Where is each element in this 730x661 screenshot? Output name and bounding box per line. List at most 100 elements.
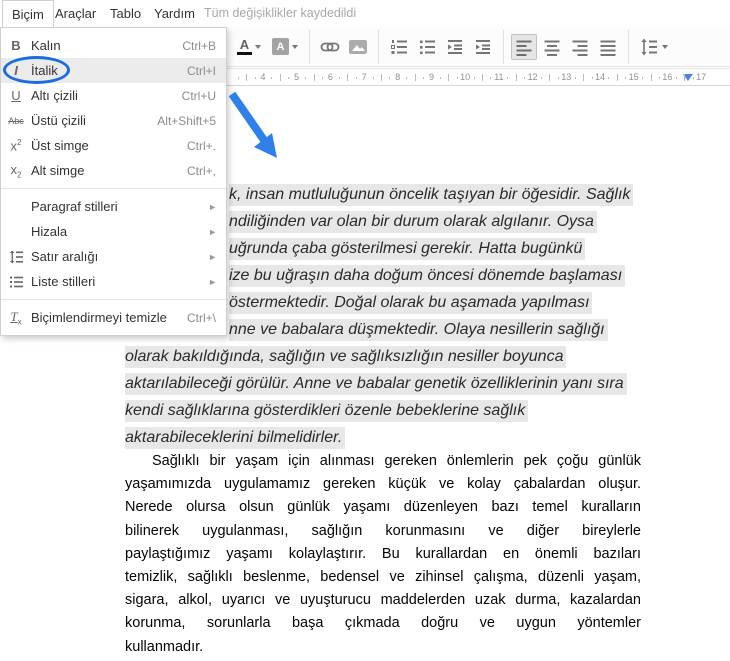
ruler-number: 7	[361, 72, 367, 82]
menu-item-liste-stilleri[interactable]: Liste stilleri ►	[1, 269, 226, 294]
ruler-tick	[456, 77, 458, 79]
toolbar-separator	[378, 29, 379, 64]
highlighted-italic-line: kendi sağlıklarına gösterdikleri özenle …	[125, 400, 529, 422]
menu-item-satir-araligi[interactable]: Satır aralığı ►	[1, 244, 226, 269]
ruler-tick	[507, 77, 509, 79]
ruler-tick	[658, 77, 660, 79]
ruler-tick	[338, 77, 340, 79]
line-spacing-button[interactable]	[636, 34, 670, 60]
line-spacing-icon	[1, 249, 31, 265]
ruler-number: 15	[628, 72, 639, 82]
ruler-tick	[684, 74, 686, 81]
align-left-icon	[516, 40, 532, 56]
ruler-tick	[321, 77, 323, 79]
bulleted-list-button[interactable]	[414, 34, 440, 60]
ruler-number: 12	[527, 72, 538, 82]
ruler-tick	[515, 74, 517, 81]
ruler-tick	[549, 74, 551, 81]
ruler-tick	[541, 77, 543, 79]
highlight-color-button[interactable]: A	[268, 34, 302, 60]
menu-item-ust-simge[interactable]: x2 Üst simge Ctrl+.	[1, 133, 226, 158]
menu-bicim[interactable]: Biçim	[2, 0, 54, 27]
highlighted-italic-line: olarak bakıldığında, sağlığın ve sağlıks…	[125, 346, 567, 368]
strikethrough-icon: Abc	[8, 115, 24, 126]
menu-separator	[1, 299, 226, 300]
menubar: Biçim Araçlar Tablo Yardım Tüm değişikli…	[0, 0, 730, 27]
text-color-icon: A	[237, 38, 252, 55]
increase-indent-button[interactable]	[470, 34, 496, 60]
ruler-tick	[692, 77, 694, 79]
ruler-tick	[642, 77, 644, 79]
ruler-tick	[279, 74, 281, 81]
menu-item-paragraf-stilleri[interactable]: Paragraf stilleri ►	[1, 194, 226, 219]
insert-image-button[interactable]	[345, 34, 371, 60]
submenu-arrow-icon: ►	[208, 251, 217, 262]
highlight-color-icon: A	[272, 38, 289, 55]
bold-icon: B	[11, 38, 21, 53]
annotation-arrow-icon	[228, 91, 277, 158]
menu-item-hizala[interactable]: Hizala ►	[1, 219, 226, 244]
ruler-tick	[246, 74, 248, 81]
text-line: kullanmadır.	[125, 638, 204, 655]
ruler-tick	[380, 74, 382, 81]
align-center-button[interactable]	[539, 34, 565, 60]
submenu-arrow-icon: ►	[208, 226, 217, 237]
ruler-tick	[650, 74, 652, 81]
ruler-tick	[406, 77, 408, 79]
ruler-tick	[372, 77, 374, 79]
ruler-number: 11	[494, 72, 504, 82]
align-center-icon	[544, 40, 560, 56]
ruler-tick	[490, 77, 492, 79]
menu-item-alt-simge[interactable]: x2 Alt simge Ctrl+,	[1, 158, 226, 183]
align-left-button[interactable]	[511, 33, 537, 60]
highlighted-italic-line: uğrunda çaba gösterilmesi gerekir. Hatta…	[229, 238, 586, 260]
ruler-tick	[675, 77, 677, 79]
ruler-number: 6	[327, 72, 333, 82]
insert-link-button[interactable]	[317, 34, 343, 60]
ruler-tick	[355, 77, 357, 79]
align-right-button[interactable]	[567, 34, 593, 60]
justify-icon	[600, 40, 616, 56]
menu-yardim[interactable]: Yardım	[145, 0, 204, 27]
ruler-tick	[347, 74, 349, 81]
ruler-tick	[448, 74, 450, 81]
ruler-number: 16	[662, 72, 673, 82]
numbered-list-icon	[391, 39, 407, 54]
text-line: korunma, sorunlarla başa çıkmada doğru v…	[125, 615, 641, 632]
submenu-arrow-icon: ►	[208, 201, 217, 212]
ruler-tick	[625, 77, 627, 79]
superscript-icon: x2	[10, 137, 22, 154]
underline-icon: U	[11, 88, 21, 103]
highlighted-italic-line: aktarılabileceği görülür. Anne ve babala…	[125, 373, 627, 395]
ruler-tick	[616, 74, 618, 81]
bulleted-list-icon	[420, 40, 435, 54]
text-color-button[interactable]: A	[232, 34, 266, 60]
toolbar-separator	[503, 29, 504, 64]
ruler-tick	[389, 77, 391, 79]
ruler-number: 13	[561, 72, 572, 82]
menu-separator	[1, 188, 226, 189]
paragraph-justified: Sağlıklı bir yaşam için alınması gereken…	[125, 450, 641, 659]
menu-item-ustu-cizili[interactable]: Abc Üstü çizili Alt+Shift+5	[1, 108, 226, 133]
clear-formatting-icon: Tx	[10, 308, 22, 327]
menu-item-alti-cizili[interactable]: U Altı çizili Ctrl+U	[1, 83, 226, 108]
text-line: sigara, alkol, uyarıcı ve uyuşturucu mad…	[125, 592, 641, 609]
annotation-ellipse	[3, 56, 70, 84]
ruler-number: 17	[696, 72, 707, 82]
ruler-tick	[608, 77, 610, 79]
ruler-tick	[237, 77, 239, 79]
menu-araclar[interactable]: Araçlar	[46, 0, 105, 27]
menu-tablo[interactable]: Tablo	[101, 0, 150, 27]
chevron-down-icon	[292, 44, 298, 49]
chevron-down-icon	[255, 44, 261, 49]
justify-button[interactable]	[595, 34, 621, 60]
ruler-tick	[591, 77, 593, 79]
ruler-number: 4	[260, 72, 266, 82]
menu-item-kalin[interactable]: B Kalın Ctrl+B	[1, 33, 226, 58]
decrease-indent-button[interactable]	[442, 34, 468, 60]
increase-indent-icon	[476, 39, 490, 54]
menu-item-bicimlendirmeyi-temizle[interactable]: Tx Biçimlendirmeyi temizle Ctrl+\	[1, 305, 226, 330]
text-line: temizlik, sağlıklı beslenme, bedensel ve…	[125, 568, 641, 585]
google-docs-window: Biçim Araçlar Tablo Yardım Tüm değişikli…	[0, 0, 730, 661]
numbered-list-button[interactable]	[386, 34, 412, 60]
